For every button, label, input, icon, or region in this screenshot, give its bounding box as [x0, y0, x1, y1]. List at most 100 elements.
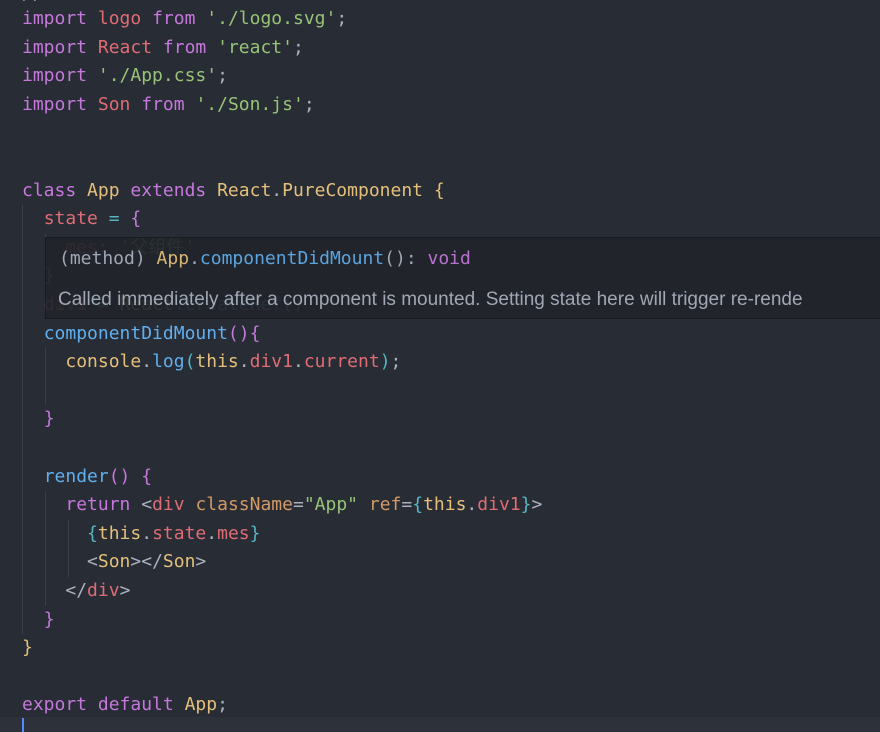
code-line[interactable]: render() {: [22, 463, 152, 491]
code-token: current: [303, 351, 380, 373]
code-line[interactable]: </div>: [22, 577, 130, 605]
code-token: .: [466, 494, 478, 516]
code-token: div: [87, 580, 120, 601]
code-line[interactable]: componentDidMount(){: [22, 320, 261, 348]
code-token: logo: [97, 8, 142, 29]
code-line[interactable]: console.log(this.div1.current);: [22, 348, 401, 376]
code-line[interactable]: {this.state.mes}: [22, 520, 260, 548]
code-token: .: [271, 179, 283, 201]
code-token: from: [152, 8, 196, 29]
code-token: export: [22, 694, 88, 716]
code-token: './logo.svg': [206, 8, 337, 29]
indent-guide: [68, 519, 69, 577]
code-token: (: [184, 351, 196, 373]
code-line[interactable]: import Son from './Son.js';: [22, 91, 315, 119]
indent-guide: [45, 348, 46, 406]
code-line[interactable]: return <div className="App" ref={this.di…: [22, 491, 542, 519]
code-token: render: [43, 465, 109, 487]
code-editor[interactable]: // ... import logo from './logo.svg';imp…: [0, 0, 880, 732]
code-token: =: [401, 494, 413, 516]
code-line[interactable]: <Son></Son>: [22, 548, 206, 576]
code-token: >: [195, 551, 207, 573]
code-token: console: [65, 351, 142, 373]
code-line[interactable]: export default App;: [22, 691, 228, 719]
signature-token: ():: [384, 248, 428, 269]
code-line[interactable]: class App extends React.PureComponent {: [22, 177, 445, 205]
code-token: React: [97, 36, 153, 58]
code-token: from: [162, 36, 207, 58]
code-token: .: [141, 522, 153, 544]
code-token: <: [141, 494, 153, 516]
code-token: default: [97, 694, 174, 716]
code-token: PureComponent: [282, 179, 424, 201]
code-token: return: [65, 494, 131, 516]
code-token: mes: [217, 522, 250, 544]
code-token: App: [87, 179, 120, 201]
code-token: }: [43, 608, 55, 630]
code-token: div1: [477, 494, 521, 516]
code-token: }: [22, 637, 33, 659]
code-token: {: [87, 522, 98, 544]
code-token: componentDidMount: [43, 322, 228, 344]
code-token: ;: [336, 8, 348, 29]
code-line[interactable]: }: [22, 405, 55, 433]
code-token: Son: [162, 551, 196, 573]
code-line[interactable]: }: [22, 634, 33, 662]
code-token: >: [119, 580, 131, 601]
code-token: ;: [217, 694, 228, 716]
code-token: "App": [303, 494, 359, 516]
code-line[interactable]: import logo from './logo.svg';: [22, 5, 347, 33]
code-token: Son: [97, 93, 131, 115]
code-line[interactable]: }: [22, 606, 55, 634]
code-token: .: [292, 351, 304, 373]
code-token: className: [195, 494, 293, 516]
code-token: class: [22, 179, 77, 201]
code-line[interactable]: import './App.css';: [22, 62, 228, 90]
code-token: ;: [390, 351, 402, 373]
code-line[interactable]: import React from 'react';: [22, 34, 304, 62]
hover-tooltip: (method) App.componentDidMount(): void C…: [45, 237, 880, 319]
code-token: div1: [249, 351, 293, 373]
code-token: extends: [130, 179, 207, 201]
code-token: (): [227, 322, 250, 344]
code-line[interactable]: state = {: [22, 205, 142, 233]
code-token: {: [412, 494, 424, 516]
code-token: './Son.js': [195, 93, 304, 115]
indent-guide: [22, 205, 23, 635]
code-token: React: [217, 179, 272, 201]
code-token: ref: [368, 494, 402, 516]
code-token: ;: [217, 65, 228, 87]
code-token: 'react': [217, 36, 293, 58]
code-token: this: [423, 494, 467, 516]
signature-token: componentDidMount: [199, 248, 385, 269]
signature-token: (method): [59, 248, 157, 269]
code-token: log: [152, 351, 185, 373]
code-token: ;: [303, 93, 315, 115]
hover-documentation: Called immediately after a component is …: [58, 289, 803, 310]
